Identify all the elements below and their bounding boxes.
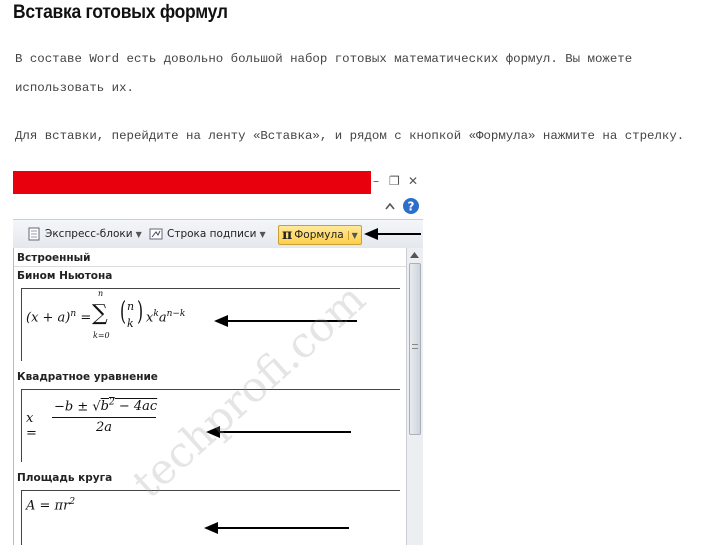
pointer-arrow-ribbon-line (375, 233, 421, 235)
minimize-icon[interactable]: – (373, 174, 379, 188)
word-screenshot: – ❐ ✕ ? Экспресс-блоки ▼ Строка подписи … (13, 171, 423, 545)
formula-dropdown-arrow-icon[interactable]: ▼ (347, 230, 358, 240)
ribbon-insert-group: Экспресс-блоки ▼ Строка подписи ▼ π Форм… (13, 219, 423, 249)
gallery-divider (14, 266, 407, 267)
signature-icon (149, 228, 163, 240)
gallery-item-label: Квадратное уравнение (17, 371, 158, 383)
express-blocks-dropdown-icon: ▼ (135, 229, 142, 239)
gallery-scrollbar[interactable] (406, 248, 423, 545)
express-blocks-button[interactable]: Экспресс-блоки ▼ (27, 225, 142, 243)
formula-label: Формула (294, 229, 344, 241)
gallery-item-label: Площадь круга (17, 472, 113, 484)
paragraph-2: Для вставки, перейдите на ленту «Вставка… (15, 129, 685, 143)
svg-text:?: ? (408, 200, 415, 214)
signature-line-label: Строка подписи (167, 228, 257, 240)
circle-area-formula-item[interactable]: A = πr2 (21, 490, 400, 545)
scroll-up-icon[interactable] (410, 251, 419, 258)
gallery-header: Встроенный (17, 252, 91, 264)
paragraph-1-line-1: В составе Word есть довольно большой наб… (15, 52, 633, 66)
express-blocks-label: Экспресс-блоки (45, 228, 133, 240)
formula-button[interactable]: π Формула ▼ (278, 225, 362, 245)
document-parts-icon (28, 227, 40, 241)
restore-icon[interactable]: ❐ (389, 174, 400, 188)
pointer-arrow-circle (204, 522, 218, 534)
ribbon-top-row: ? (13, 195, 423, 219)
circle-area-formula: A = πr2 (26, 497, 76, 514)
pointer-arrow-circle-line (217, 527, 349, 529)
grip-icon (412, 344, 418, 349)
pointer-arrow-binomial (214, 315, 228, 327)
signature-dropdown-icon: ▼ (259, 229, 266, 239)
help-icon[interactable]: ? (402, 197, 420, 215)
scrollbar-thumb[interactable] (409, 263, 421, 435)
window-title-bar (13, 171, 371, 194)
pi-icon: π (282, 227, 293, 243)
signature-line-button[interactable]: Строка подписи ▼ (149, 225, 266, 243)
collapse-ribbon-icon[interactable] (384, 201, 396, 211)
article-title: Вставка готовых формул (13, 2, 228, 23)
close-icon[interactable]: ✕ (408, 174, 418, 188)
gallery-item-label: Бином Ньютона (17, 270, 113, 282)
paragraph-1-line-2: использовать их. (15, 81, 134, 95)
